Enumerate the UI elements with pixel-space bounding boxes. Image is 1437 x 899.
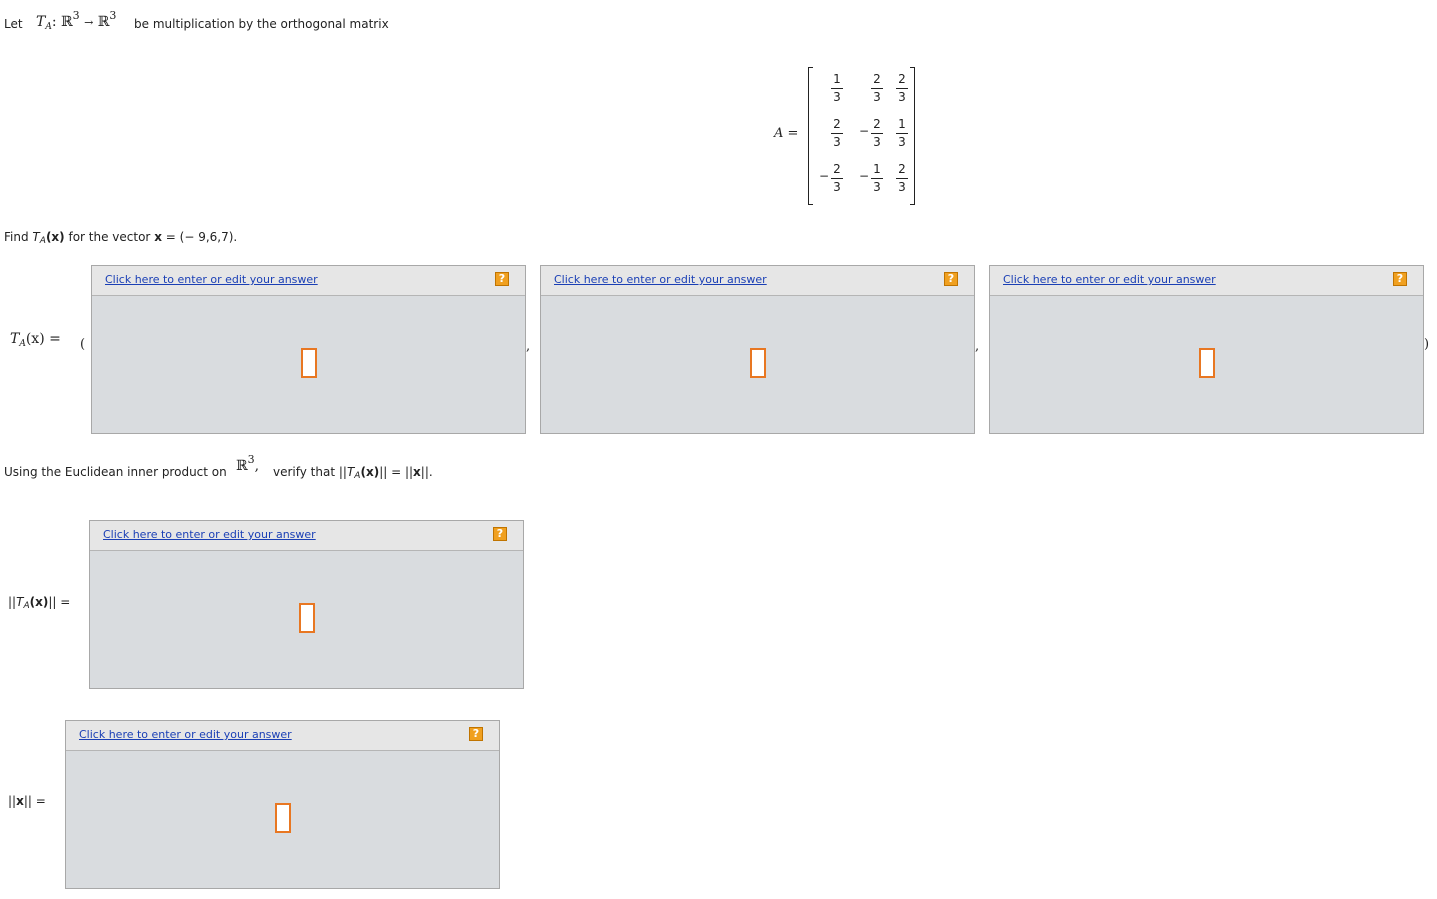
matrix-entry: 23 bbox=[831, 118, 843, 149]
edit-answer-link[interactable]: Click here to enter or edit your answer bbox=[103, 528, 316, 541]
answer-box-header: Click here to enter or edit your answer … bbox=[92, 266, 525, 296]
map-domain: ℝ bbox=[61, 14, 73, 30]
answer-input-cursor[interactable] bbox=[1199, 348, 1215, 378]
matrix-entry: 23 bbox=[871, 73, 883, 104]
map-sub: A bbox=[45, 22, 52, 32]
help-icon[interactable]: ? bbox=[469, 727, 483, 741]
answer-box-component-2[interactable]: Click here to enter or edit your answer … bbox=[540, 265, 975, 434]
help-icon[interactable]: ? bbox=[1393, 272, 1407, 286]
answer-input-cursor[interactable] bbox=[299, 603, 315, 633]
matrix-entry: 23 bbox=[896, 73, 908, 104]
help-icon[interactable]: ? bbox=[495, 272, 509, 286]
map-T: T bbox=[36, 14, 46, 30]
answer-box-header: Click here to enter or edit your answer … bbox=[66, 721, 499, 751]
answer-box-header: Click here to enter or edit your answer … bbox=[990, 266, 1423, 296]
answer-input-cursor[interactable] bbox=[275, 803, 291, 833]
edit-answer-link[interactable]: Click here to enter or edit your answer bbox=[1003, 273, 1216, 286]
intro-text: be multiplication by the orthogonal matr… bbox=[134, 17, 389, 31]
map-codomain-exp: 3 bbox=[109, 9, 117, 22]
edit-answer-link[interactable]: Click here to enter or edit your answer bbox=[554, 273, 767, 286]
matrix-minus-sign: − bbox=[859, 169, 870, 183]
question-verify: Using the Euclidean inner product on bbox=[4, 465, 227, 479]
norm-T-label: ||TA(x)|| = bbox=[8, 595, 71, 611]
matrix-minus-sign: − bbox=[819, 169, 830, 183]
edit-answer-link[interactable]: Click here to enter or edit your answer bbox=[105, 273, 318, 286]
open-paren: ( bbox=[80, 337, 86, 352]
help-icon[interactable]: ? bbox=[944, 272, 958, 286]
matrix-entry: 23 bbox=[871, 118, 883, 149]
comma-separator: , bbox=[975, 339, 980, 354]
map-colon: : bbox=[51, 14, 57, 30]
matrix-entry: 23 bbox=[896, 163, 908, 194]
intro-line: Let bbox=[4, 17, 23, 31]
matrix-left-bracket bbox=[808, 67, 813, 205]
map-arrow: → bbox=[84, 16, 94, 29]
help-icon[interactable]: ? bbox=[493, 527, 507, 541]
matrix-label: A = bbox=[774, 126, 799, 141]
answer-box-header: Click here to enter or edit your answer … bbox=[541, 266, 974, 296]
map-domain-exp: 3 bbox=[72, 9, 80, 22]
answer-box-norm-x[interactable]: Click here to enter or edit your answer … bbox=[65, 720, 500, 889]
answer-box-header: Click here to enter or edit your answer … bbox=[90, 521, 523, 551]
intro-let: Let bbox=[4, 17, 23, 31]
matrix-entry: 13 bbox=[896, 118, 908, 149]
matrix-entry: 13 bbox=[831, 73, 843, 104]
answer-input-cursor[interactable] bbox=[301, 348, 317, 378]
answer-box-norm-T[interactable]: Click here to enter or edit your answer … bbox=[89, 520, 524, 689]
question-find: Find TA(x) for the vector x = (− 9,6,7). bbox=[4, 230, 238, 246]
matrix-entry: 23 bbox=[831, 163, 843, 194]
intro-map: TA: ℝ3 → ℝ3 bbox=[36, 9, 116, 32]
result-label: TA(x) = bbox=[10, 331, 61, 349]
answer-input-cursor[interactable] bbox=[750, 348, 766, 378]
answer-box-component-3[interactable]: Click here to enter or edit your answer … bbox=[989, 265, 1424, 434]
question-verify-rest: verify that ||TA(x)|| = ||x||. bbox=[273, 465, 433, 481]
map-codomain: ℝ bbox=[97, 14, 110, 30]
matrix-entry: 13 bbox=[871, 163, 883, 194]
close-paren: ) bbox=[1424, 337, 1430, 352]
matrix-right-bracket bbox=[910, 67, 915, 205]
answer-box-component-1[interactable]: Click here to enter or edit your answer … bbox=[91, 265, 526, 434]
matrix-minus-sign: − bbox=[859, 124, 870, 138]
norm-x-label: ||x|| = bbox=[8, 794, 46, 808]
comma-separator: , bbox=[526, 339, 531, 354]
question-space: ℝ3, bbox=[236, 453, 260, 474]
edit-answer-link[interactable]: Click here to enter or edit your answer bbox=[79, 728, 292, 741]
